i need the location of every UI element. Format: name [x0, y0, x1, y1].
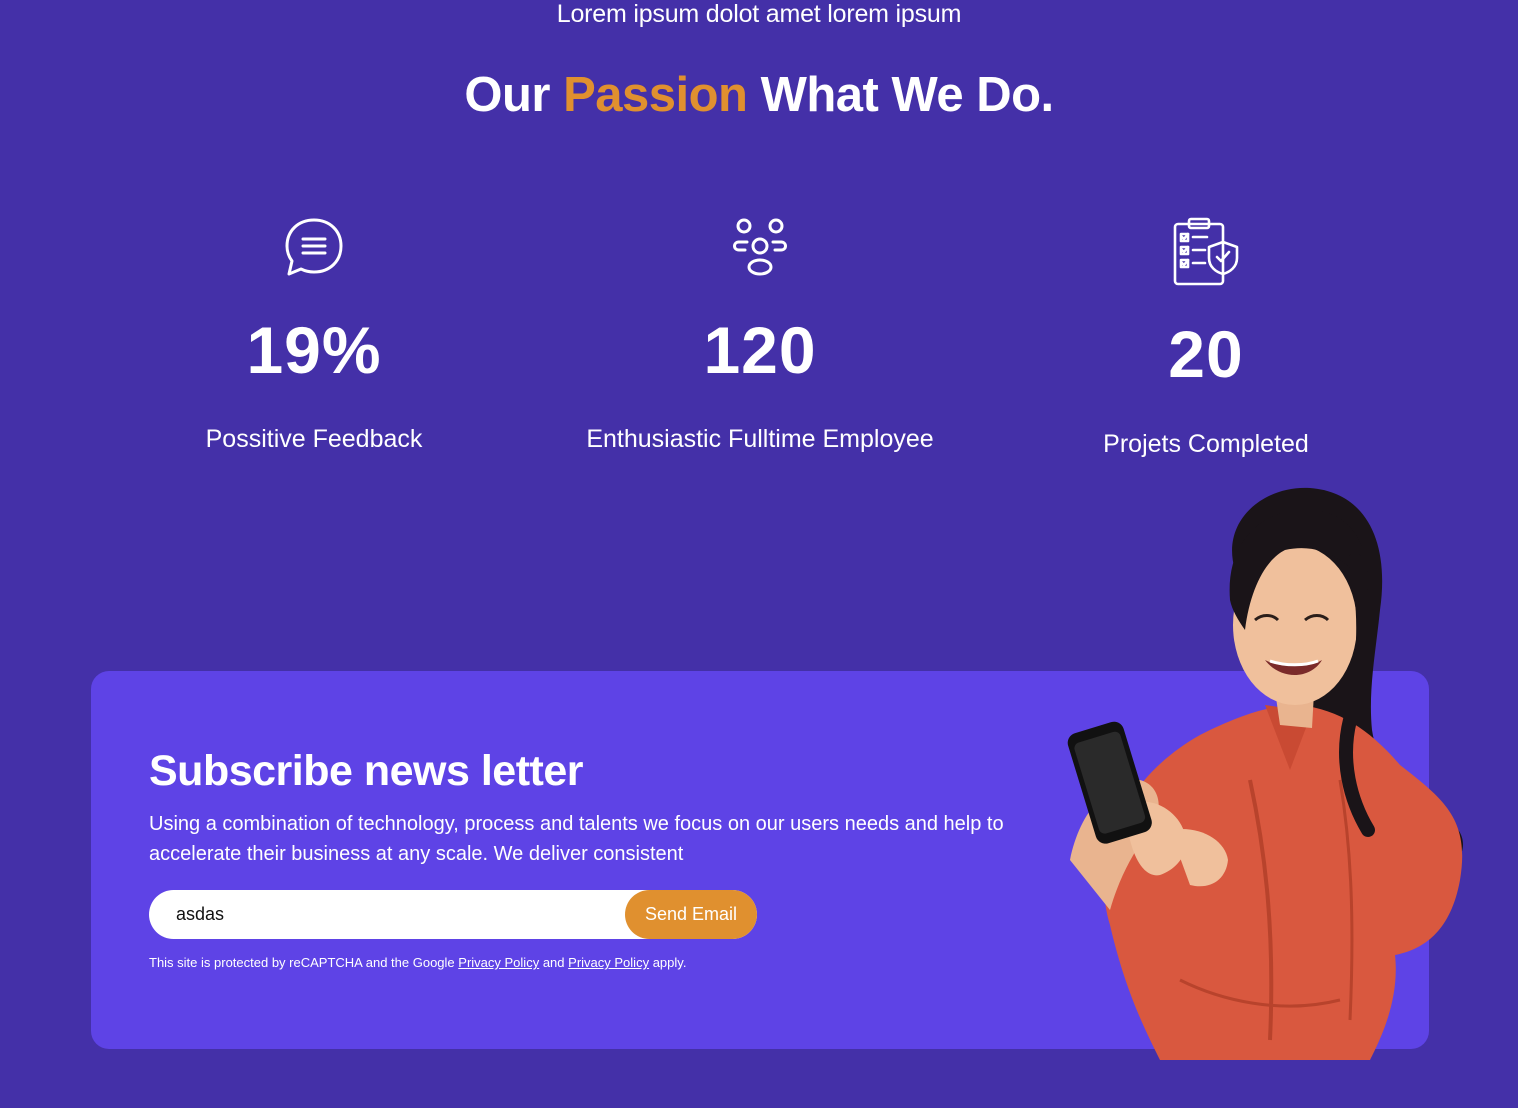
- stat-projects: 20 Projets Completed: [986, 212, 1426, 460]
- stat-label: Possitive Feedback: [205, 425, 423, 453]
- legal-prefix: This site is protected by reCAPTCHA and …: [149, 955, 455, 970]
- legal-suffix: apply.: [652, 955, 687, 970]
- section-kicker: Lorem ipsum dolot amet lorem ipsum: [556, 0, 962, 28]
- stat-value: 20: [1168, 317, 1244, 391]
- woman-with-phone-image: [1050, 480, 1480, 1060]
- stat-label: Projets Completed: [1103, 430, 1309, 458]
- newsletter-form: Send Email: [149, 890, 757, 939]
- stat-label: Enthusiastic Fulltime Employee: [586, 425, 934, 453]
- team-icon: [540, 208, 980, 288]
- chat-bubble-icon: [94, 208, 534, 288]
- title-prefix: Our: [464, 68, 550, 122]
- title-accent: Passion: [563, 68, 748, 122]
- newsletter-description: Using a combination of technology, proce…: [149, 813, 1004, 865]
- recaptcha-notice: This site is protected by reCAPTCHA and …: [149, 954, 686, 972]
- privacy-policy-link[interactable]: Privacy Policy: [458, 955, 539, 970]
- email-input[interactable]: [149, 890, 629, 939]
- newsletter-title: Subscribe news letter: [149, 747, 584, 795]
- stat-employees: 120 Enthusiastic Fulltime Employee: [540, 208, 980, 455]
- stat-feedback: 19% Possitive Feedback: [94, 208, 534, 455]
- clipboard-checklist-icon: [986, 212, 1426, 292]
- section-title: Our Passion What We Do.: [0, 66, 1518, 124]
- legal-and: and: [542, 955, 565, 970]
- send-email-button[interactable]: Send Email: [625, 890, 757, 939]
- stat-value: 19%: [246, 313, 382, 387]
- stat-value: 120: [703, 313, 817, 387]
- title-suffix: What We Do.: [760, 68, 1055, 122]
- privacy-policy-link-2[interactable]: Privacy Policy: [568, 955, 649, 970]
